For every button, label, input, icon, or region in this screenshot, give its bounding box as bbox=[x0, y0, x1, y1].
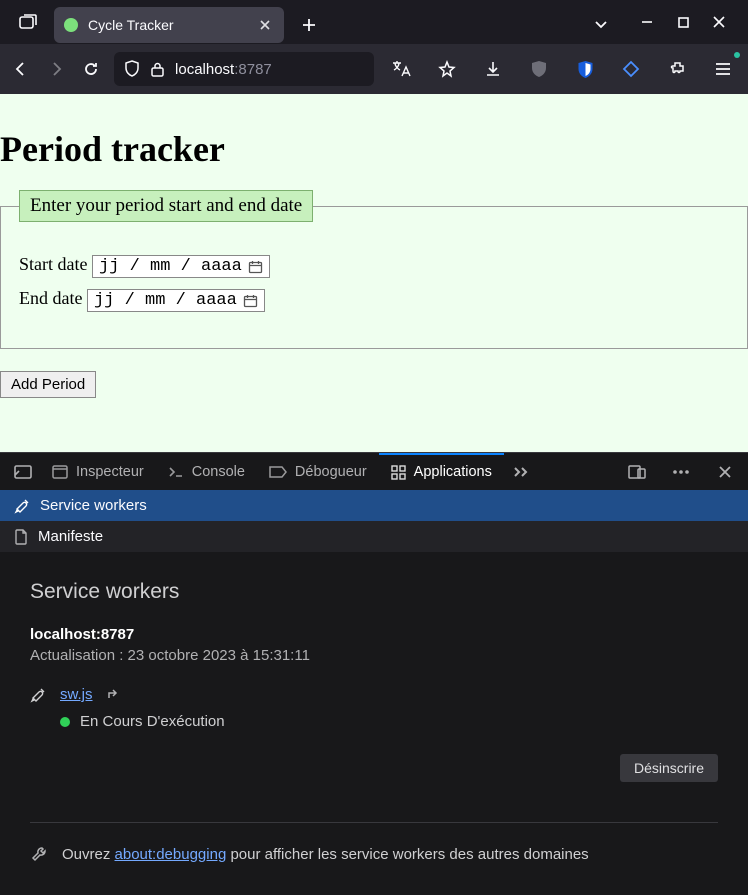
add-period-button[interactable]: Add Period bbox=[0, 371, 96, 398]
tab-favicon bbox=[64, 18, 78, 32]
applications-sidebar: Service workers Manifeste bbox=[0, 490, 748, 552]
unregister-button[interactable]: Désinscrire bbox=[620, 754, 718, 782]
inspector-icon bbox=[52, 465, 68, 479]
footer-text: Ouvrez about:debugging pour afficher les… bbox=[62, 846, 589, 863]
downloads-button[interactable] bbox=[478, 54, 508, 84]
sidebar-item-service-workers[interactable]: Service workers bbox=[0, 490, 748, 521]
browser-tab-active[interactable]: Cycle Tracker bbox=[54, 7, 284, 43]
document-icon bbox=[14, 529, 28, 545]
translate-button[interactable] bbox=[386, 54, 416, 84]
devtools-close-button[interactable] bbox=[708, 455, 742, 489]
tools-icon bbox=[14, 498, 30, 514]
window-close-button[interactable] bbox=[710, 13, 728, 31]
browser-toolbar: localhost:8787 bbox=[0, 44, 748, 94]
nav-reload-button[interactable] bbox=[79, 54, 102, 84]
service-workers-panel: Service workers localhost:8787 Actualisa… bbox=[0, 552, 748, 895]
debugger-icon bbox=[269, 466, 287, 478]
calendar-icon[interactable] bbox=[243, 294, 258, 308]
devtools-tab-strip: Inspecteur Console Débogueur Application… bbox=[0, 452, 748, 490]
window-minimize-button[interactable] bbox=[638, 13, 656, 31]
tracking-protection-icon[interactable] bbox=[124, 60, 140, 78]
devtools-overflow-button[interactable] bbox=[504, 455, 538, 489]
dev-extension-icon[interactable] bbox=[616, 54, 646, 84]
start-date-label: Start date bbox=[19, 254, 87, 274]
app-menu-button[interactable] bbox=[708, 54, 738, 84]
status-dot-running bbox=[60, 717, 70, 727]
nav-back-button[interactable] bbox=[10, 54, 33, 84]
divider bbox=[30, 822, 718, 823]
newtab-arrow-icon[interactable] bbox=[107, 689, 120, 700]
date-fieldset: Enter your period start and end date Sta… bbox=[0, 190, 748, 349]
site-info-icon[interactable] bbox=[150, 61, 165, 78]
ublock-icon[interactable] bbox=[524, 54, 554, 84]
tab-inspector[interactable]: Inspecteur bbox=[40, 453, 156, 491]
responsive-mode-button[interactable] bbox=[620, 455, 654, 489]
sw-status: En Cours D'exécution bbox=[80, 713, 225, 730]
end-date-label: End date bbox=[19, 288, 82, 308]
sw-script-link[interactable]: sw.js bbox=[60, 686, 93, 703]
sw-origin: localhost:8787 bbox=[30, 626, 718, 643]
panel-heading: Service workers bbox=[30, 580, 718, 604]
console-icon bbox=[168, 466, 184, 478]
tabs-overview-button[interactable] bbox=[10, 7, 46, 37]
url-text: localhost:8787 bbox=[175, 61, 272, 78]
sw-updated: Actualisation : 23 octobre 2023 à 15:31:… bbox=[30, 647, 718, 664]
tab-console[interactable]: Console bbox=[156, 453, 257, 491]
wrench-icon bbox=[30, 845, 48, 863]
start-date-input[interactable]: jj / mm / aaaa bbox=[92, 255, 270, 278]
tab-applications[interactable]: Applications bbox=[379, 453, 504, 491]
tab-debugger[interactable]: Débogueur bbox=[257, 453, 379, 491]
applications-icon bbox=[391, 465, 406, 480]
tab-title: Cycle Tracker bbox=[88, 17, 246, 33]
nav-forward-button[interactable] bbox=[45, 54, 68, 84]
new-tab-button[interactable] bbox=[294, 10, 324, 40]
fieldset-legend: Enter your period start and end date bbox=[19, 190, 313, 222]
tabs-dropdown-button[interactable] bbox=[594, 20, 608, 30]
window-maximize-button[interactable] bbox=[674, 13, 692, 31]
devtools-menu-button[interactable] bbox=[664, 455, 698, 489]
tab-close-button[interactable] bbox=[256, 16, 274, 34]
end-date-input[interactable]: jj / mm / aaaa bbox=[87, 289, 265, 312]
about-debugging-link[interactable]: about:debugging bbox=[115, 846, 227, 863]
tools-icon bbox=[30, 687, 46, 703]
calendar-icon[interactable] bbox=[248, 260, 263, 274]
page-heading: Period tracker bbox=[0, 128, 748, 170]
devtools-panel: Inspecteur Console Débogueur Application… bbox=[0, 452, 748, 895]
url-bar[interactable]: localhost:8787 bbox=[114, 52, 374, 86]
extensions-button[interactable] bbox=[662, 54, 692, 84]
devtools-dock-button[interactable] bbox=[6, 455, 40, 489]
window-titlebar: Cycle Tracker bbox=[0, 0, 748, 44]
period-form: Enter your period start and end date Sta… bbox=[0, 190, 748, 398]
bookmark-button[interactable] bbox=[432, 54, 462, 84]
page-content: Period tracker Enter your period start a… bbox=[0, 94, 748, 452]
sidebar-item-manifest[interactable]: Manifeste bbox=[0, 521, 748, 552]
bitwarden-icon[interactable] bbox=[570, 54, 600, 84]
